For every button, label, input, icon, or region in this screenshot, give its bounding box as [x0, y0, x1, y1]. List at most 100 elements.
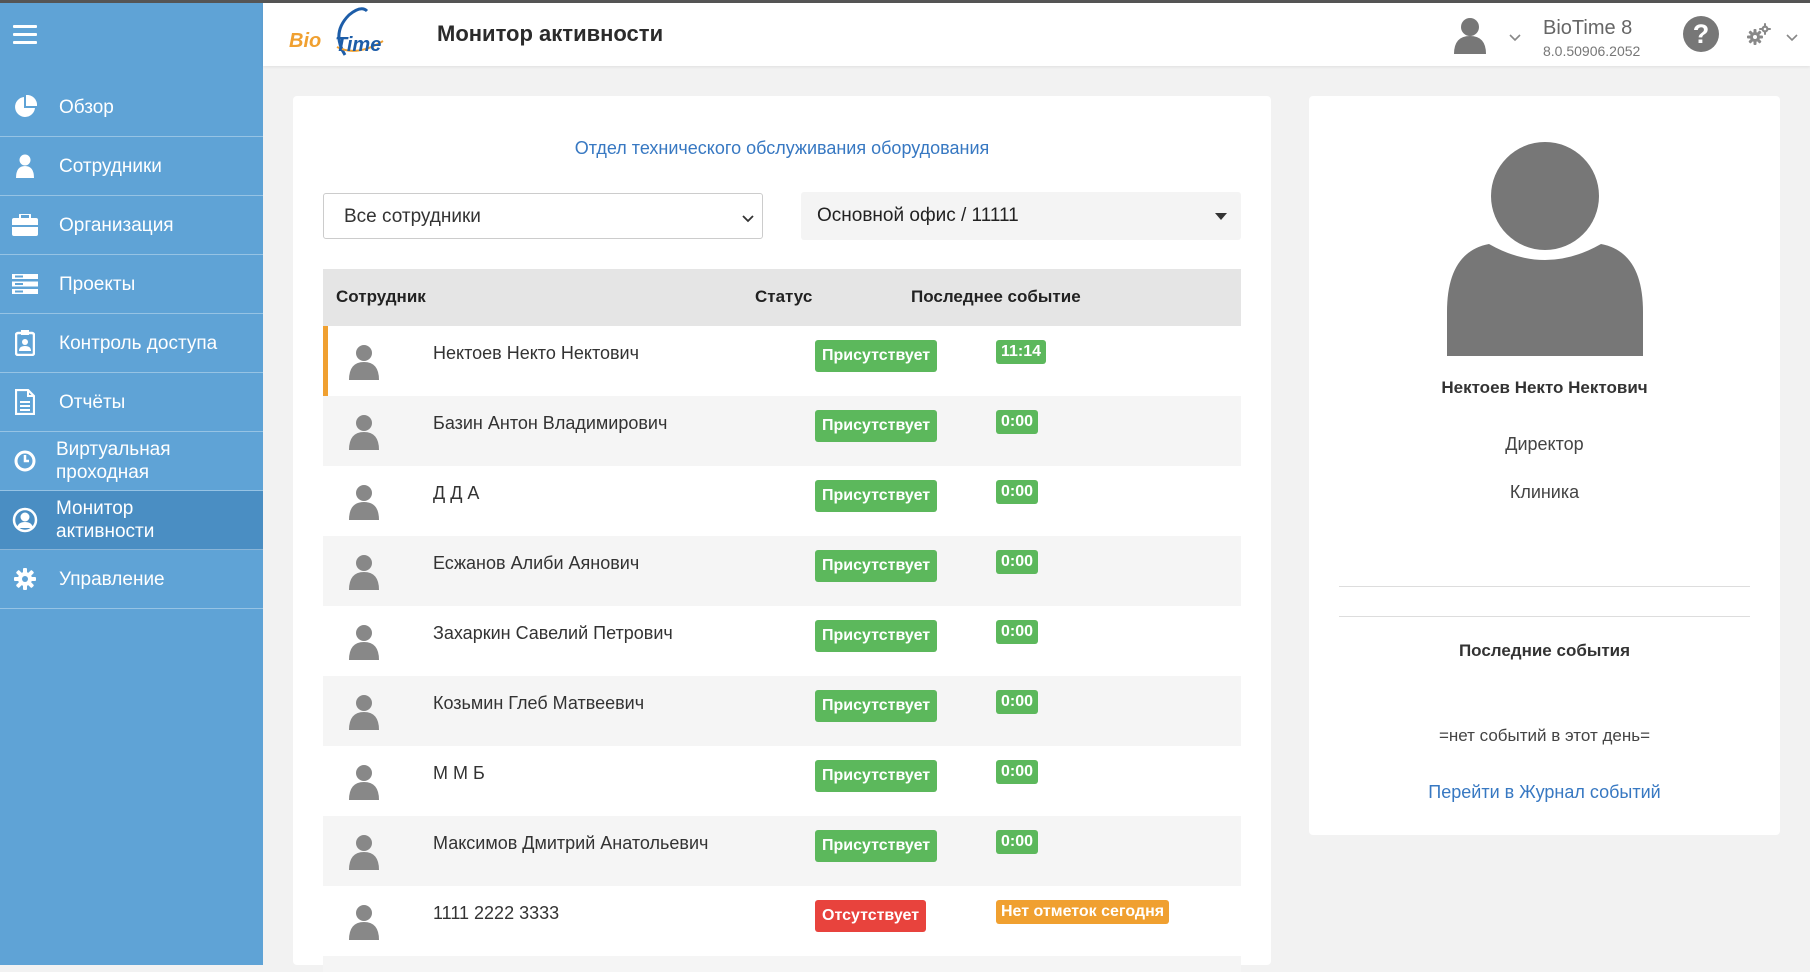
status-badge: Присутствует [815, 410, 938, 442]
divider [1339, 616, 1750, 617]
avatar-icon [347, 484, 381, 520]
last-event-badge: 0:00 [996, 480, 1039, 504]
sidebar-item-virtual-checkpoint[interactable]: Виртуальная проходная [0, 432, 263, 491]
server-icon [12, 271, 38, 297]
user-avatar-icon[interactable] [1451, 16, 1489, 54]
caret-down-icon [1215, 213, 1227, 220]
employee-name: 1111 2222 3333 [433, 903, 560, 923]
status-badge: Присутствует [815, 620, 938, 652]
column-header-employee: Сотрудник [336, 287, 426, 306]
employee-name: Базин Антон Владимирович [433, 413, 668, 433]
events-journal-link[interactable]: Перейти в Журнал событий [1309, 782, 1780, 803]
sidebar-nav: Обзор Сотрудники Организация Проекты Кон… [0, 78, 263, 609]
employees-table: Сотрудник Статус Последнее событие Некто… [323, 269, 1241, 972]
last-event-badge: 0:00 [996, 410, 1039, 434]
badge-icon [12, 330, 38, 356]
table-row[interactable]: Д Д А Присутствует 0:00 [323, 466, 1241, 536]
avatar-icon [347, 904, 381, 940]
table-header: Сотрудник Статус Последнее событие [323, 269, 1241, 326]
employees-select-value: Все сотрудники [344, 206, 481, 227]
office-select-value: Основной офис / 11111 [817, 205, 1019, 226]
last-event-badge: 11:14 [996, 340, 1047, 364]
sidebar-item-activity-monitor[interactable]: Монитор активности [0, 491, 263, 550]
briefcase-icon [12, 212, 38, 238]
department-link[interactable]: Отдел технического обслуживания оборудов… [293, 138, 1271, 159]
header: Bio Time Монитор активности BioTime 8 8.… [263, 3, 1810, 66]
sidebar-item-access-control[interactable]: Контроль доступа [0, 314, 263, 373]
avatar-icon [347, 764, 381, 800]
table-row[interactable]: Базин Антон Владимирович Присутствует 0:… [323, 396, 1241, 466]
sidebar-item-employees[interactable]: Сотрудники [0, 137, 263, 196]
sidebar-item-label: Организация [59, 214, 174, 236]
person-icon [12, 153, 38, 179]
menu-icon[interactable] [13, 25, 37, 45]
table-row[interactable]: 1111 2222 3333 Отсутствует Нет отметок с… [323, 886, 1241, 956]
recent-events-title: Последние события [1458, 641, 1631, 660]
svg-text:Bio: Bio [289, 30, 321, 52]
status-badge: Присутствует [815, 340, 938, 372]
sidebar-item-reports[interactable]: Отчёты [0, 373, 263, 432]
chevron-down-icon[interactable] [1508, 30, 1522, 48]
clock-icon [12, 448, 38, 474]
sidebar-item-projects[interactable]: Проекты [0, 255, 263, 314]
help-icon[interactable]: ? [1683, 16, 1719, 52]
status-badge: Присутствует [815, 480, 938, 512]
employee-name: М М Б [433, 763, 485, 783]
column-header-status: Статус [755, 287, 813, 306]
sidebar-item-overview[interactable]: Обзор [0, 78, 263, 137]
last-event-badge: 0:00 [996, 830, 1039, 854]
sidebar-item-label: Сотрудники [59, 155, 162, 177]
avatar-icon [347, 554, 381, 590]
sidebar-item-management[interactable]: Управление [0, 550, 263, 609]
app-version: 8.0.50906.2052 [1543, 43, 1641, 59]
table-row[interactable]: Максимов Дмитрий Анатольевич Присутствуе… [323, 816, 1241, 886]
status-badge: Отсутствует [815, 900, 927, 932]
status-badge: Присутствует [815, 690, 938, 722]
table-row[interactable]: М М Б Присутствует 0:00 [323, 746, 1241, 816]
sidebar-item-label: Проекты [59, 273, 136, 295]
table-row[interactable]: Нектоев Некто Нектович Присутствует 11:1… [323, 326, 1241, 396]
office-select[interactable]: Основной офис / 11111 [801, 192, 1241, 240]
status-badge: Присутствует [815, 830, 938, 862]
sidebar-item-label: Монитор активности [56, 498, 155, 542]
user-circle-icon [12, 507, 38, 533]
activity-card: Отдел технического обслуживания оборудов… [293, 96, 1271, 972]
table-row [323, 956, 1241, 972]
employee-name: Нектоев Некто Нектович [433, 343, 639, 363]
svg-text:Time: Time [335, 34, 381, 56]
sidebar-item-label: Обзор [59, 96, 114, 118]
employee-name: Козьмин Глеб Матвеевич [433, 693, 645, 713]
page-title: Монитор активности [437, 21, 664, 46]
pie-chart-icon [12, 94, 38, 120]
profile-name: Нектоев Некто Нектович [1441, 378, 1648, 397]
employee-name: Д Д А [433, 483, 480, 503]
column-header-last-event: Последнее событие [911, 287, 1081, 306]
table-row[interactable]: Есжанов Алиби Аянович Присутствует 0:00 [323, 536, 1241, 606]
divider [1339, 586, 1750, 587]
profile-department: Клиника [1509, 482, 1580, 502]
profile-panel: Нектоев Некто Нектович Директор Клиника … [1309, 96, 1780, 835]
employee-name: Максимов Дмитрий Анатольевич [433, 833, 709, 853]
sidebar-item-label: Виртуальная проходная [56, 439, 171, 483]
settings-gear-icon[interactable] [1746, 23, 1772, 47]
avatar-icon [347, 344, 381, 380]
avatar-icon [347, 414, 381, 450]
sidebar-item-organization[interactable]: Организация [0, 196, 263, 255]
status-badge: Присутствует [815, 550, 938, 582]
last-event-badge: 0:00 [996, 620, 1039, 644]
table-row[interactable]: Козьмин Глеб Матвеевич Присутствует 0:00 [323, 676, 1241, 746]
sidebar-item-label: Отчёты [59, 391, 126, 413]
employee-name: Захаркин Савелий Петрович [433, 623, 673, 643]
no-events-text: =нет событий в этот день= [1438, 726, 1651, 745]
chevron-down-icon [742, 211, 754, 229]
chevron-down-icon[interactable] [1785, 30, 1799, 48]
last-event-badge: 0:00 [996, 690, 1039, 714]
biotime-logo[interactable]: Bio Time [287, 7, 397, 63]
avatar-icon [347, 694, 381, 730]
sidebar-item-label: Контроль доступа [59, 332, 218, 354]
profile-position: Директор [1505, 434, 1584, 454]
last-event-badge: Нет отметок сегодня [996, 900, 1170, 924]
table-row[interactable]: Захаркин Савелий Петрович Присутствует 0… [323, 606, 1241, 676]
status-badge: Присутствует [815, 760, 938, 792]
employees-select[interactable]: Все сотрудники [323, 193, 763, 239]
